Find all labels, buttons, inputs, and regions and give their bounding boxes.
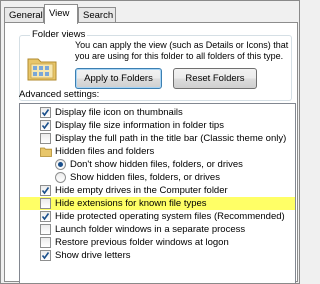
item-label: Hide empty drives in the Computer folder xyxy=(55,185,228,196)
item-label: Show hidden files, folders, or drives xyxy=(70,172,220,183)
tab-view[interactable]: View xyxy=(44,4,78,24)
folder-options-dialog: General View Search Folder views You can… xyxy=(0,0,300,284)
list-item[interactable]: Launch folder windows in a separate proc… xyxy=(20,223,295,236)
item-label: Hide protected operating system files (R… xyxy=(55,211,285,222)
list-item: Hidden files and folders xyxy=(20,145,295,158)
folder-views-description: You can apply the view (such as Details … xyxy=(75,40,289,61)
list-item[interactable]: Hide empty drives in the Computer folder xyxy=(20,184,295,197)
checkbox-hide-empty-drives[interactable] xyxy=(40,185,51,196)
list-item[interactable]: Restore previous folder windows at logon xyxy=(20,236,295,249)
list-item-highlighted[interactable]: Hide extensions for known file types xyxy=(20,197,295,210)
checkbox-restore-previous-windows[interactable] xyxy=(40,237,51,248)
list-item[interactable]: Show drive letters xyxy=(20,249,295,262)
list-item[interactable]: Display the full path in the title bar (… xyxy=(20,132,295,145)
list-item[interactable]: Display file icon on thumbnails xyxy=(20,106,295,119)
item-label: Display file icon on thumbnails xyxy=(55,107,183,118)
list-item[interactable]: Don't show hidden files, folders, or dri… xyxy=(20,158,295,171)
tab-general[interactable]: General xyxy=(4,7,44,23)
checkbox-launch-separate-process[interactable] xyxy=(40,224,51,235)
checkbox-hide-extensions[interactable] xyxy=(40,198,51,209)
item-label: Launch folder windows in a separate proc… xyxy=(55,224,246,235)
folder-views-icon xyxy=(27,58,57,81)
item-label: Display file size information in folder … xyxy=(55,120,224,131)
checkbox-hide-protected-files[interactable] xyxy=(40,211,51,222)
item-label: Restore previous folder windows at logon xyxy=(55,237,229,248)
item-label: Don't show hidden files, folders, or dri… xyxy=(70,159,243,170)
radio-selected-dot xyxy=(58,162,63,167)
checkbox-display-file-icon-thumbnails[interactable] xyxy=(40,107,51,118)
advanced-settings-list[interactable]: Display file icon on thumbnails Display … xyxy=(19,103,296,283)
radio-dont-show-hidden[interactable] xyxy=(55,159,66,170)
item-label: Hide extensions for known file types xyxy=(55,198,207,209)
advanced-settings-label: Advanced settings: xyxy=(19,89,100,100)
checkbox-show-drive-letters[interactable] xyxy=(40,250,51,261)
item-label: Display the full path in the title bar (… xyxy=(55,133,287,144)
checkbox-display-file-size-info[interactable] xyxy=(40,120,51,131)
item-label: Show drive letters xyxy=(55,250,131,261)
view-tab-panel: Folder views You can apply the view (suc… xyxy=(4,22,298,283)
list-item[interactable]: Show hidden files, folders, or drives xyxy=(20,171,295,184)
folder-views-title: Folder views xyxy=(30,29,88,40)
tab-search[interactable]: Search xyxy=(78,7,116,23)
apply-to-folders-button[interactable]: Apply to Folders xyxy=(75,68,162,89)
reset-folders-button[interactable]: Reset Folders xyxy=(173,68,257,89)
folder-icon xyxy=(40,147,52,157)
radio-show-hidden[interactable] xyxy=(55,172,66,183)
item-label: Hidden files and folders xyxy=(55,146,155,157)
list-item[interactable]: Hide protected operating system files (R… xyxy=(20,210,295,223)
list-item[interactable]: Display file size information in folder … xyxy=(20,119,295,132)
checkbox-display-full-path[interactable] xyxy=(40,133,51,144)
